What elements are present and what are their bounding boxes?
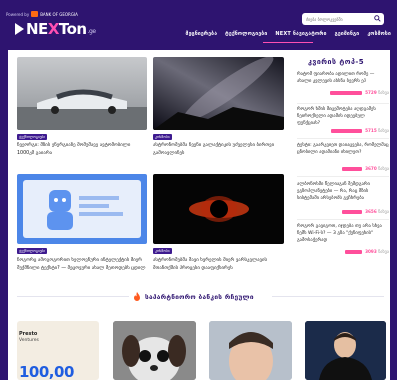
article-tag[interactable]: ტექნოლოგიები	[17, 134, 48, 140]
powered-by: Powered by BANK OF GEORGIA	[6, 11, 78, 17]
nav-item-science[interactable]: მეცნიერება	[186, 31, 218, 37]
card-sub: Ventures	[19, 338, 39, 343]
nav-item-space[interactable]: კოსმოსი	[367, 31, 391, 37]
divider	[297, 176, 389, 177]
article-title[interactable]: ასტრონომებმა ჩვენი გალაქტიკის უძველესი ბ…	[153, 142, 284, 157]
fire-icon	[134, 292, 140, 301]
top-item-title[interactable]: როგორ გავიგოთ, იჯდება თუ არა სხვა ჩემს W…	[297, 223, 389, 244]
top-item-title[interactable]: რატომ ფიარობა ადილით რომე — ახალი კვლევი…	[297, 71, 389, 85]
sidebar-title: კვირის ტოპ-5	[308, 58, 365, 66]
top-item-title[interactable]: როგორ ხმის მიცემოტება აღდგამეს ნეიროქსელ…	[297, 106, 389, 127]
logo-domain: .ge	[87, 28, 96, 35]
views-bar	[345, 250, 362, 254]
section-divider-right	[272, 296, 384, 297]
top-item-title[interactable]: ტესტი: გაარკვიეთ დაიაცვება, რომელმაც ცნო…	[297, 142, 389, 156]
partner-card[interactable]: Presto Ventures 100,00	[17, 321, 99, 380]
top-item-title[interactable]: ალბონოსმი წელიაგან შემდგარი ეგზოპლანეტებ…	[297, 181, 389, 202]
play-icon	[15, 23, 24, 35]
article-tag[interactable]: ტექნოლოგიები	[17, 248, 48, 254]
partner-card[interactable]	[113, 321, 196, 380]
article-title[interactable]: ასტრონომებმა შავი ხვრელის მიერ ვარსკვლავ…	[153, 257, 284, 272]
main-nav: მეცნიერება ტექნოლოგიები NEXT ნავიგატორი …	[186, 31, 391, 37]
article-thumb-milky-way[interactable]	[153, 57, 284, 130]
views-count: 5715 ნახვა	[365, 128, 389, 133]
views-count: 3656 ნახვა	[365, 209, 389, 214]
partner-card[interactable]	[209, 321, 292, 380]
views-count: 3670 ნახვა	[365, 166, 389, 171]
logo-part-1: NE	[26, 20, 48, 38]
views-bar	[342, 210, 362, 214]
top-list-item[interactable]: ტესტი: გაარკვიეთ დაიაცვება, რომელმაც ცნო…	[297, 142, 389, 172]
top-list-item[interactable]: რატომ ფიარობა ადილით რომე — ახალი კვლევი…	[297, 71, 389, 101]
logo-part-2: Ton	[58, 20, 87, 38]
toy-dog-image	[113, 321, 196, 380]
top-list-item[interactable]: ალბონოსმი წელიაგან შემდგარი ეგზოპლანეტებ…	[297, 181, 389, 217]
article-thumb-black-hole[interactable]	[153, 174, 284, 244]
partner-name: BANK OF GEORGIA	[40, 11, 78, 17]
views-count: 3093 ნახვა	[365, 249, 389, 254]
divider	[297, 138, 389, 139]
speaker-image	[305, 321, 386, 380]
bank-logo-icon	[31, 11, 39, 17]
views-bar	[342, 167, 362, 171]
card-brand: Presto	[19, 331, 38, 337]
portrait-image	[209, 321, 292, 380]
views-count: 5729 ნახვა	[365, 90, 389, 95]
card-amount: 100,00	[19, 363, 74, 380]
search-input[interactable]	[306, 16, 372, 22]
article-thumb-solar-car[interactable]	[17, 57, 147, 130]
top-list-item[interactable]: როგორ გავიგოთ, იჯდება თუ არა სხვა ჩემს W…	[297, 223, 389, 259]
section-header: საპარტნიორო ბანკის რჩეული	[133, 292, 254, 301]
logo-part-x: X	[47, 20, 60, 38]
section-title: საპარტნიორო ბანკის რჩეული	[145, 292, 254, 301]
header: Powered by BANK OF GEORGIA NE X Ton .ge …	[0, 0, 397, 50]
nav-item-gaming[interactable]: გეიმინგი	[335, 31, 360, 37]
search-box[interactable]	[302, 13, 384, 25]
article-tag[interactable]: კოსმოსი	[153, 134, 172, 140]
top-list-item[interactable]: როგორ ხმის მიცემოტება აღდგამეს ნეიროქსელ…	[297, 106, 389, 136]
search-icon[interactable]	[374, 15, 381, 22]
divider	[297, 103, 389, 104]
section-divider-left	[17, 296, 129, 297]
nav-item-next-navigator[interactable]: NEXT ნავიგატორი	[275, 31, 326, 37]
article-title[interactable]: ჩვეორგი: მზის ენერგიაზე მომუშავე ავტომობ…	[17, 142, 147, 157]
article-thumb-ai-robot[interactable]	[17, 174, 147, 244]
divider	[297, 219, 389, 220]
nav-item-technology[interactable]: ტექნოლოგიები	[225, 31, 267, 37]
partner-card[interactable]	[305, 321, 386, 380]
article-tag[interactable]: კოსმოსი	[153, 248, 172, 254]
views-bar	[331, 129, 362, 133]
views-bar	[330, 91, 362, 95]
article-title[interactable]: ჩოგორც ამოგოგორით ხელოვნური ინტელექტის მ…	[17, 257, 147, 272]
active-nav-indicator	[263, 42, 313, 43]
powered-by-label: Powered by	[6, 11, 30, 17]
site-logo[interactable]: NE X Ton .ge	[15, 20, 96, 38]
